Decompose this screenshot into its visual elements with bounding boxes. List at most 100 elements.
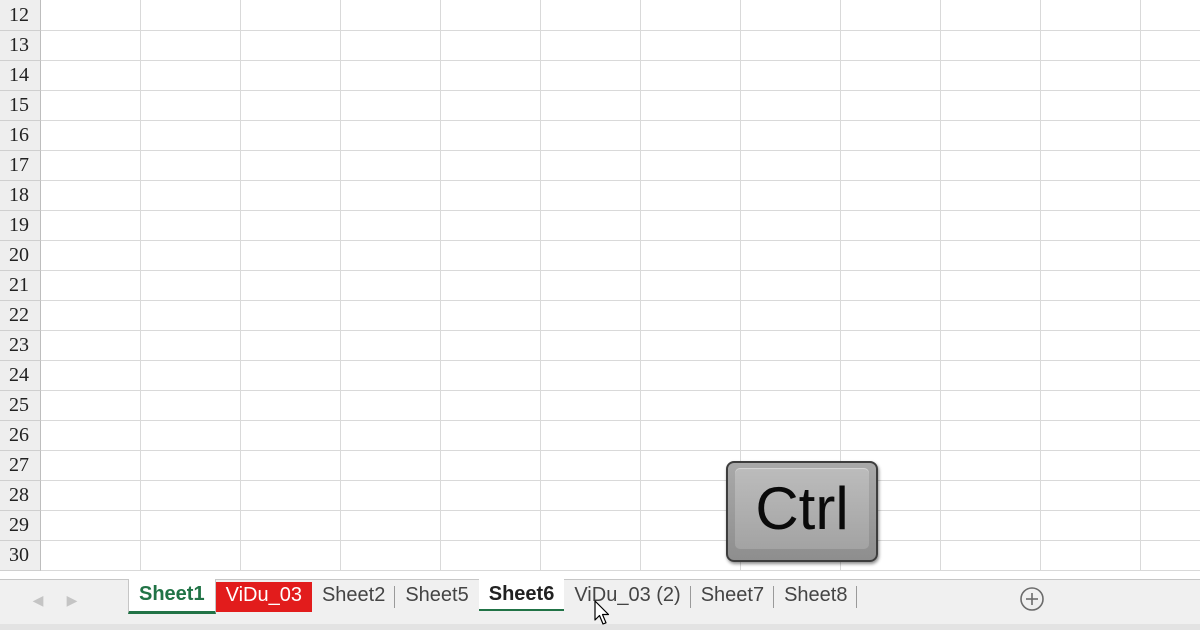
row-header[interactable]: 17 <box>0 151 41 181</box>
grid-cell[interactable] <box>941 511 1041 540</box>
grid-cell[interactable] <box>541 331 641 360</box>
grid-cell[interactable] <box>741 211 841 240</box>
grid-cell[interactable] <box>941 181 1041 210</box>
grid-cell[interactable] <box>1141 301 1200 330</box>
grid-cell[interactable] <box>1141 91 1200 120</box>
grid-cell[interactable] <box>141 31 241 60</box>
grid-cell[interactable] <box>341 451 441 480</box>
grid-cell[interactable] <box>741 91 841 120</box>
grid-cell[interactable] <box>241 61 341 90</box>
grid-cell[interactable] <box>841 271 941 300</box>
grid-cell[interactable] <box>441 241 541 270</box>
grid-cell[interactable] <box>1041 91 1141 120</box>
grid-cell[interactable] <box>41 511 141 540</box>
grid-cell[interactable] <box>641 0 741 30</box>
grid-cell[interactable] <box>1141 331 1200 360</box>
grid-cell[interactable] <box>641 301 741 330</box>
grid-cell[interactable] <box>441 31 541 60</box>
grid-cell[interactable] <box>541 541 641 570</box>
grid-cell[interactable] <box>41 391 141 420</box>
grid-cell[interactable] <box>241 91 341 120</box>
grid-cell[interactable] <box>741 301 841 330</box>
grid-cell[interactable] <box>541 0 641 30</box>
row-header[interactable]: 24 <box>0 361 41 391</box>
grid-cell[interactable] <box>141 541 241 570</box>
grid-cell[interactable] <box>41 421 141 450</box>
grid-cell[interactable] <box>41 451 141 480</box>
grid-cell[interactable] <box>741 151 841 180</box>
grid-cell[interactable] <box>341 361 441 390</box>
row-header[interactable]: 25 <box>0 391 41 421</box>
grid-cell[interactable] <box>941 211 1041 240</box>
grid-cell[interactable] <box>341 511 441 540</box>
grid-cell[interactable] <box>541 121 641 150</box>
grid-cell[interactable] <box>241 451 341 480</box>
grid-cell[interactable] <box>841 121 941 150</box>
grid-cell[interactable] <box>1141 511 1200 540</box>
grid-cell[interactable] <box>141 61 241 90</box>
grid-cell[interactable] <box>841 331 941 360</box>
grid-cell[interactable] <box>841 91 941 120</box>
row-header[interactable]: 23 <box>0 331 41 361</box>
grid-cell[interactable] <box>841 301 941 330</box>
grid-cell[interactable] <box>141 271 241 300</box>
grid-cell[interactable] <box>341 421 441 450</box>
grid-cell[interactable] <box>841 391 941 420</box>
row-header[interactable]: 20 <box>0 241 41 271</box>
chevron-left-icon[interactable]: ◀ <box>28 590 48 610</box>
grid-cell[interactable] <box>641 391 741 420</box>
grid-cell[interactable] <box>441 361 541 390</box>
grid-cell[interactable] <box>1141 61 1200 90</box>
grid-cell[interactable] <box>1141 241 1200 270</box>
grid-cell[interactable] <box>541 91 641 120</box>
grid-cell[interactable] <box>141 361 241 390</box>
grid-cell[interactable] <box>241 481 341 510</box>
grid-cell[interactable] <box>1141 121 1200 150</box>
grid-cell[interactable] <box>741 391 841 420</box>
grid-cell[interactable] <box>1141 271 1200 300</box>
grid-cell[interactable] <box>241 331 341 360</box>
grid-cell[interactable] <box>441 61 541 90</box>
grid-cell[interactable] <box>341 31 441 60</box>
grid-cell[interactable] <box>841 421 941 450</box>
grid-cell[interactable] <box>1041 181 1141 210</box>
grid-cell[interactable] <box>341 271 441 300</box>
grid-cell[interactable] <box>1041 511 1141 540</box>
grid-cell[interactable] <box>941 91 1041 120</box>
grid-cell[interactable] <box>541 31 641 60</box>
grid-cell[interactable] <box>941 241 1041 270</box>
grid-cell[interactable] <box>41 481 141 510</box>
grid-cell[interactable] <box>541 421 641 450</box>
grid-cell[interactable] <box>1141 151 1200 180</box>
grid-cell[interactable] <box>541 241 641 270</box>
grid-cell[interactable] <box>441 421 541 450</box>
grid-cell[interactable] <box>341 151 441 180</box>
row-header[interactable]: 28 <box>0 481 41 511</box>
grid-cell[interactable] <box>341 0 441 30</box>
grid-cell[interactable] <box>41 271 141 300</box>
grid-cell[interactable] <box>541 451 641 480</box>
grid-cell[interactable] <box>741 181 841 210</box>
grid-cell[interactable] <box>841 211 941 240</box>
row-header[interactable]: 21 <box>0 271 41 301</box>
grid-cell[interactable] <box>241 211 341 240</box>
grid-cell[interactable] <box>541 211 641 240</box>
grid-cell[interactable] <box>441 151 541 180</box>
grid-cell[interactable] <box>241 391 341 420</box>
grid-cell[interactable] <box>141 121 241 150</box>
grid-cell[interactable] <box>241 181 341 210</box>
grid-cell[interactable] <box>1041 331 1141 360</box>
grid-cell[interactable] <box>741 331 841 360</box>
grid-cell[interactable] <box>1041 61 1141 90</box>
grid-cell[interactable] <box>241 541 341 570</box>
grid-cell[interactable] <box>541 301 641 330</box>
grid-cell[interactable] <box>841 0 941 30</box>
grid-cell[interactable] <box>741 241 841 270</box>
grid-cell[interactable] <box>41 541 141 570</box>
grid-cell[interactable] <box>241 121 341 150</box>
grid-cell[interactable] <box>241 241 341 270</box>
grid-cell[interactable] <box>941 331 1041 360</box>
grid-cell[interactable] <box>941 301 1041 330</box>
row-header[interactable]: 16 <box>0 121 41 151</box>
grid-cell[interactable] <box>1041 31 1141 60</box>
